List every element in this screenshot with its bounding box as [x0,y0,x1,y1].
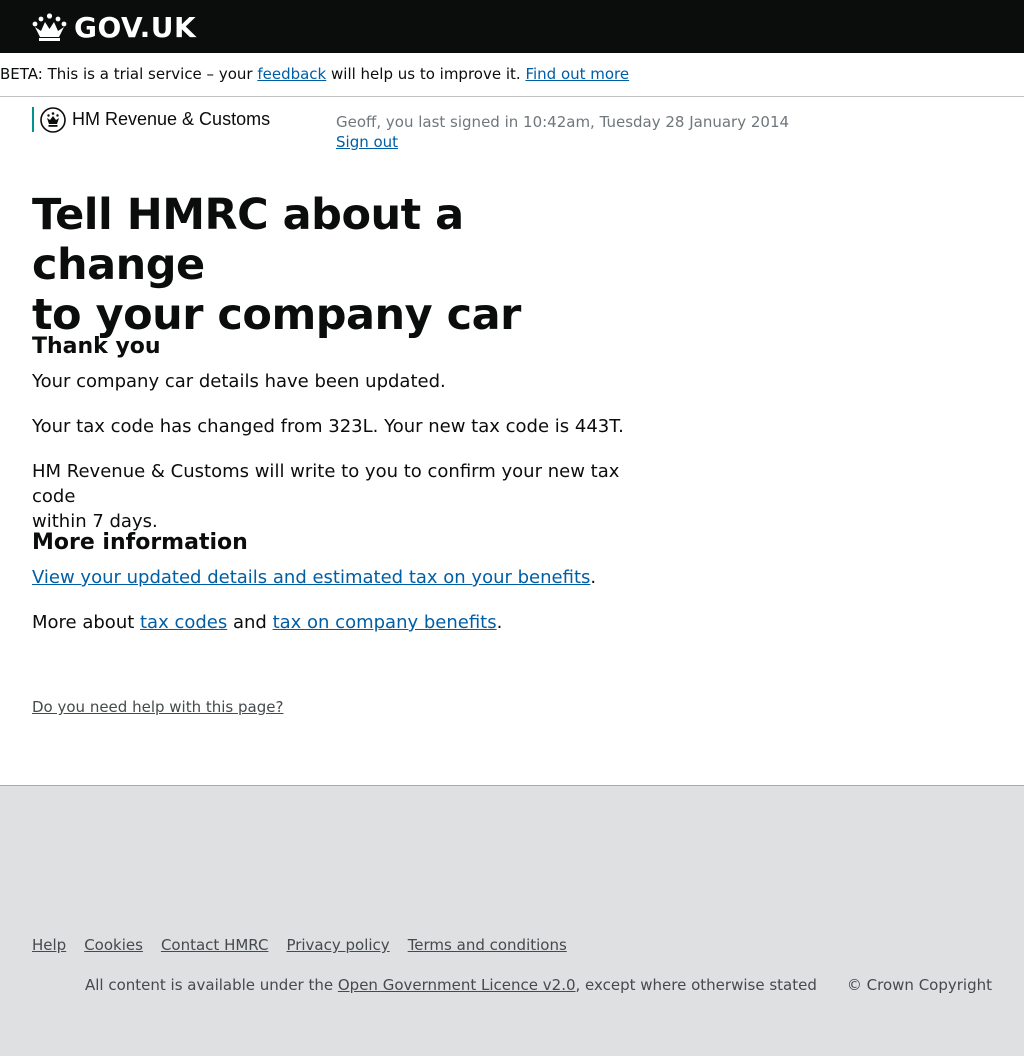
licence-prefix: All content is available under the [85,976,338,994]
licence-suffix: , except where otherwise stated [575,976,817,994]
page-help-link[interactable]: Do you need help with this page? [32,697,283,717]
details-updated-text: Your company car details have been updat… [32,371,446,392]
sign-out-link[interactable]: Sign out [336,132,398,152]
confirmation-line1: HM Revenue & Customs will write to you t… [32,461,620,507]
footer-links: Help Cookies Contact HMRC Privacy policy… [32,936,585,954]
tax-codes-link[interactable]: tax codes [140,612,227,633]
department-logo[interactable]: HM Revenue & Customs [32,106,271,133]
view-details-link[interactable]: View your updated details and estimated … [32,567,590,588]
footer-link-terms[interactable]: Terms and conditions [408,936,567,954]
tax-code-changed-text: Your tax code has changed from 323L. You… [32,416,624,437]
footer-link-privacy-policy[interactable]: Privacy policy [286,936,389,954]
feedback-link[interactable]: feedback [257,65,326,83]
govuk-header: GOV.UK [0,0,1024,53]
hmrc-crest-icon [40,106,66,133]
beta-prefix: BETA: This is a trial service – your [0,65,258,83]
view-details-paragraph: View your updated details and estimated … [32,565,632,590]
beta-banner: BETA: This is a trial service – your fee… [0,53,1024,97]
period: . [496,612,503,633]
main-content: Tell HMRC about a change to your company… [32,190,632,716]
department-name: HM Revenue & Customs [72,109,271,129]
footer-link-cookies[interactable]: Cookies [84,936,143,954]
more-information-heading: More information [32,530,248,555]
licence-text: All content is available under the Open … [85,976,817,994]
open-government-licence-link[interactable]: Open Government Licence v2.0 [338,976,576,994]
page-title-line1: Tell HMRC about a change [32,190,464,290]
and-text: and [227,612,273,633]
last-signed-in: Geoff, you last signed in 10:42am, Tuesd… [336,113,790,131]
crown-icon [32,13,67,41]
more-about-prefix: More about [32,612,140,633]
account-info: Geoff, you last signed in 10:42am, Tuesd… [336,112,789,152]
beta-banner-text: BETA: This is a trial service – your fee… [0,65,629,83]
govuk-logo-link[interactable]: GOV.UK [32,10,196,44]
thank-you-heading: Thank you [32,334,161,359]
find-out-more-link[interactable]: Find out more [525,65,629,83]
footer-link-contact-hmrc[interactable]: Contact HMRC [161,936,269,954]
footer: Help Cookies Contact HMRC Privacy policy… [0,785,1024,1056]
period: . [590,567,597,588]
confirmation-text: HM Revenue & Customs will write to you t… [32,459,632,534]
govuk-logo-text: GOV.UK [74,10,197,44]
more-about-paragraph: More about tax codes and tax on company … [32,610,632,635]
beta-middle: will help us to improve it. [326,65,526,83]
crown-copyright: © Crown Copyright [846,976,992,994]
page-title: Tell HMRC about a change to your company… [32,190,632,340]
footer-link-help[interactable]: Help [32,936,66,954]
company-benefits-link[interactable]: tax on company benefits [273,612,497,633]
